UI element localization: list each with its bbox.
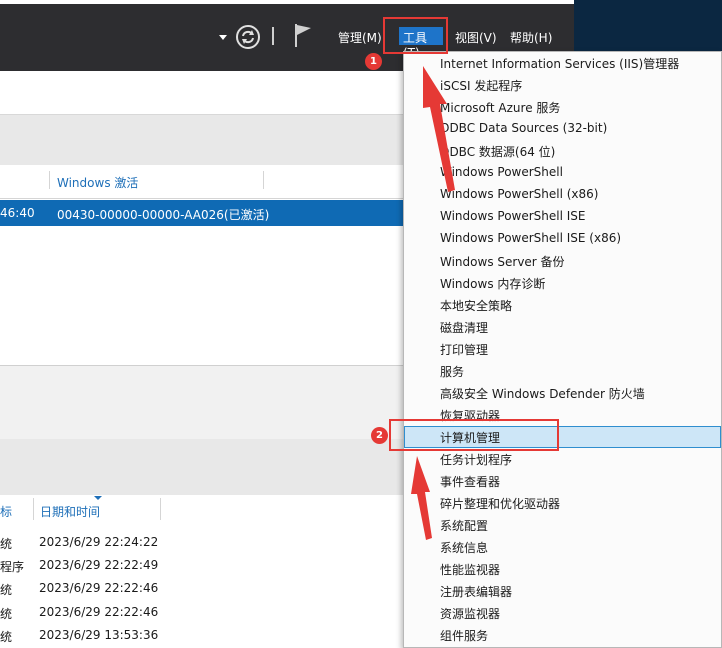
cell-source: 统 [0, 630, 13, 644]
events-table-header: 标 日期和时间 [0, 496, 404, 524]
menu-item-label: 服务 [440, 365, 465, 379]
menu-item-local-security-policy[interactable]: 本地安全策略 [404, 294, 721, 316]
menu-item-registry-editor[interactable]: 注册表编辑器 [404, 580, 721, 602]
menu-item-disk-cleanup[interactable]: 磁盘清理 [404, 316, 721, 338]
cell-datetime: 2023/6/29 22:22:46 [39, 581, 159, 595]
menu-item-label: 高级安全 Windows Defender 防火墙 [440, 387, 645, 401]
menu-item-server-backup[interactable]: Windows Server 备份 [404, 250, 721, 272]
menu-item-defender-firewall[interactable]: 高级安全 Windows Defender 防火墙 [404, 382, 721, 404]
cell-activation: 00430-00000-00000-AA026(已激活) [57, 208, 270, 222]
menu-item-services[interactable]: 服务 [404, 360, 721, 382]
page-band-top [0, 71, 404, 115]
cell-source: 统 [0, 583, 13, 597]
menu-help[interactable]: 帮助(H) [510, 29, 552, 46]
menu-item-resource-monitor[interactable]: 资源监视器 [404, 602, 721, 624]
table-row[interactable]: 统 2023/6/29 22:22:46 [0, 603, 404, 625]
menu-item-label: 组件服务 [440, 629, 489, 643]
menu-item-print-management[interactable]: 打印管理 [404, 338, 721, 360]
annotation-arrow-up-1 [423, 66, 455, 192]
table-row-selected[interactable]: 46:40 00430-00000-00000-AA026(已激活) [0, 200, 404, 226]
column-header-source[interactable]: 标 [0, 503, 12, 520]
menu-item-label: 磁盘清理 [440, 321, 489, 335]
menu-item-label: 事件查看器 [440, 475, 501, 489]
annotation-badge-1: 1 [365, 53, 382, 70]
toolbar-separator [272, 27, 274, 45]
table-row[interactable]: 程序 2023/6/29 22:22:49 [0, 556, 404, 578]
menu-item-label: 注册表编辑器 [440, 585, 513, 599]
menu-item-label: 任务计划程序 [440, 453, 513, 467]
window-top-edge [0, 0, 574, 4]
menu-item-defragment[interactable]: 碎片整理和优化驱动器 [404, 492, 721, 514]
menu-item-system-configuration[interactable]: 系统配置 [404, 514, 721, 536]
column-divider[interactable] [49, 171, 50, 189]
menu-item-label: Internet Information Services (IIS)管理器 [440, 57, 680, 71]
menu-item-label: 本地安全策略 [440, 299, 513, 313]
cell-source: 统 [0, 537, 13, 551]
menu-item-powershell-ise-x86[interactable]: Windows PowerShell ISE (x86) [404, 228, 721, 250]
table-row[interactable]: 统 2023/6/29 22:22:46 [0, 579, 404, 601]
menu-item-label: 性能监视器 [440, 563, 501, 577]
column-divider[interactable] [263, 171, 264, 189]
menu-item-label: 打印管理 [440, 343, 489, 357]
menu-item-system-information[interactable]: 系统信息 [404, 536, 721, 558]
cell-datetime: 2023/6/29 13:53:36 [39, 628, 159, 642]
refresh-icon[interactable] [235, 24, 261, 50]
dropdown-arrow-icon[interactable] [218, 33, 228, 41]
properties-table-header: Windows 激活 [0, 165, 404, 199]
annotation-badge-2: 2 [371, 427, 388, 444]
menu-item-label: 系统信息 [440, 541, 489, 555]
column-divider[interactable] [160, 498, 161, 520]
menu-item-task-scheduler[interactable]: 任务计划程序 [404, 448, 721, 470]
menu-item-label: ODBC Data Sources (32-bit) [440, 121, 608, 135]
table-row[interactable]: 统 2023/6/29 13:53:36 [0, 626, 404, 648]
menu-item-label: Windows 内存诊断 [440, 277, 546, 291]
menu-item-event-viewer[interactable]: 事件查看器 [404, 470, 721, 492]
cell-datetime: 2023/6/29 22:22:46 [39, 605, 159, 619]
column-divider[interactable] [33, 498, 34, 520]
menu-item-label: 系统配置 [440, 519, 489, 533]
menu-manage[interactable]: 管理(M) [338, 29, 382, 46]
menu-item-performance-monitor[interactable]: 性能监视器 [404, 558, 721, 580]
menu-item-label: 资源监视器 [440, 607, 501, 621]
section-spacer [0, 365, 404, 440]
table-row[interactable]: 统 2023/6/29 22:24:22 [0, 533, 404, 555]
annotation-arrow-up-2 [411, 456, 432, 540]
section-header-properties [0, 115, 404, 165]
flag-icon[interactable] [292, 22, 314, 48]
menu-item-powershell-ise[interactable]: Windows PowerShell ISE [404, 206, 721, 228]
menu-item-memory-diagnostic[interactable]: Windows 内存诊断 [404, 272, 721, 294]
annotation-box-tools-menu [383, 17, 448, 54]
cell-datetime: 2023/6/29 22:24:22 [39, 535, 159, 549]
column-header-datetime[interactable]: 日期和时间 [40, 503, 100, 520]
menu-item-label: Windows PowerShell ISE (x86) [440, 231, 622, 245]
menu-item-component-services[interactable]: 组件服务 [404, 624, 721, 646]
annotation-box-computer-management [389, 419, 559, 451]
cell-time: 46:40 [0, 206, 35, 220]
section-header-events [0, 439, 404, 495]
menu-item-label: 碎片整理和优化驱动器 [440, 497, 561, 511]
cell-source: 统 [0, 607, 13, 621]
sort-arrow-icon [94, 496, 102, 500]
column-header-windows-activation[interactable]: Windows 激活 [57, 174, 138, 191]
cell-datetime: 2023/6/29 22:22:49 [39, 558, 159, 572]
menu-item-label: Windows Server 备份 [440, 255, 565, 269]
desktop-background [574, 0, 722, 55]
cell-source: 程序 [0, 560, 25, 574]
menu-view[interactable]: 视图(V) [455, 29, 497, 46]
menu-item-label: Windows PowerShell ISE [440, 209, 586, 223]
